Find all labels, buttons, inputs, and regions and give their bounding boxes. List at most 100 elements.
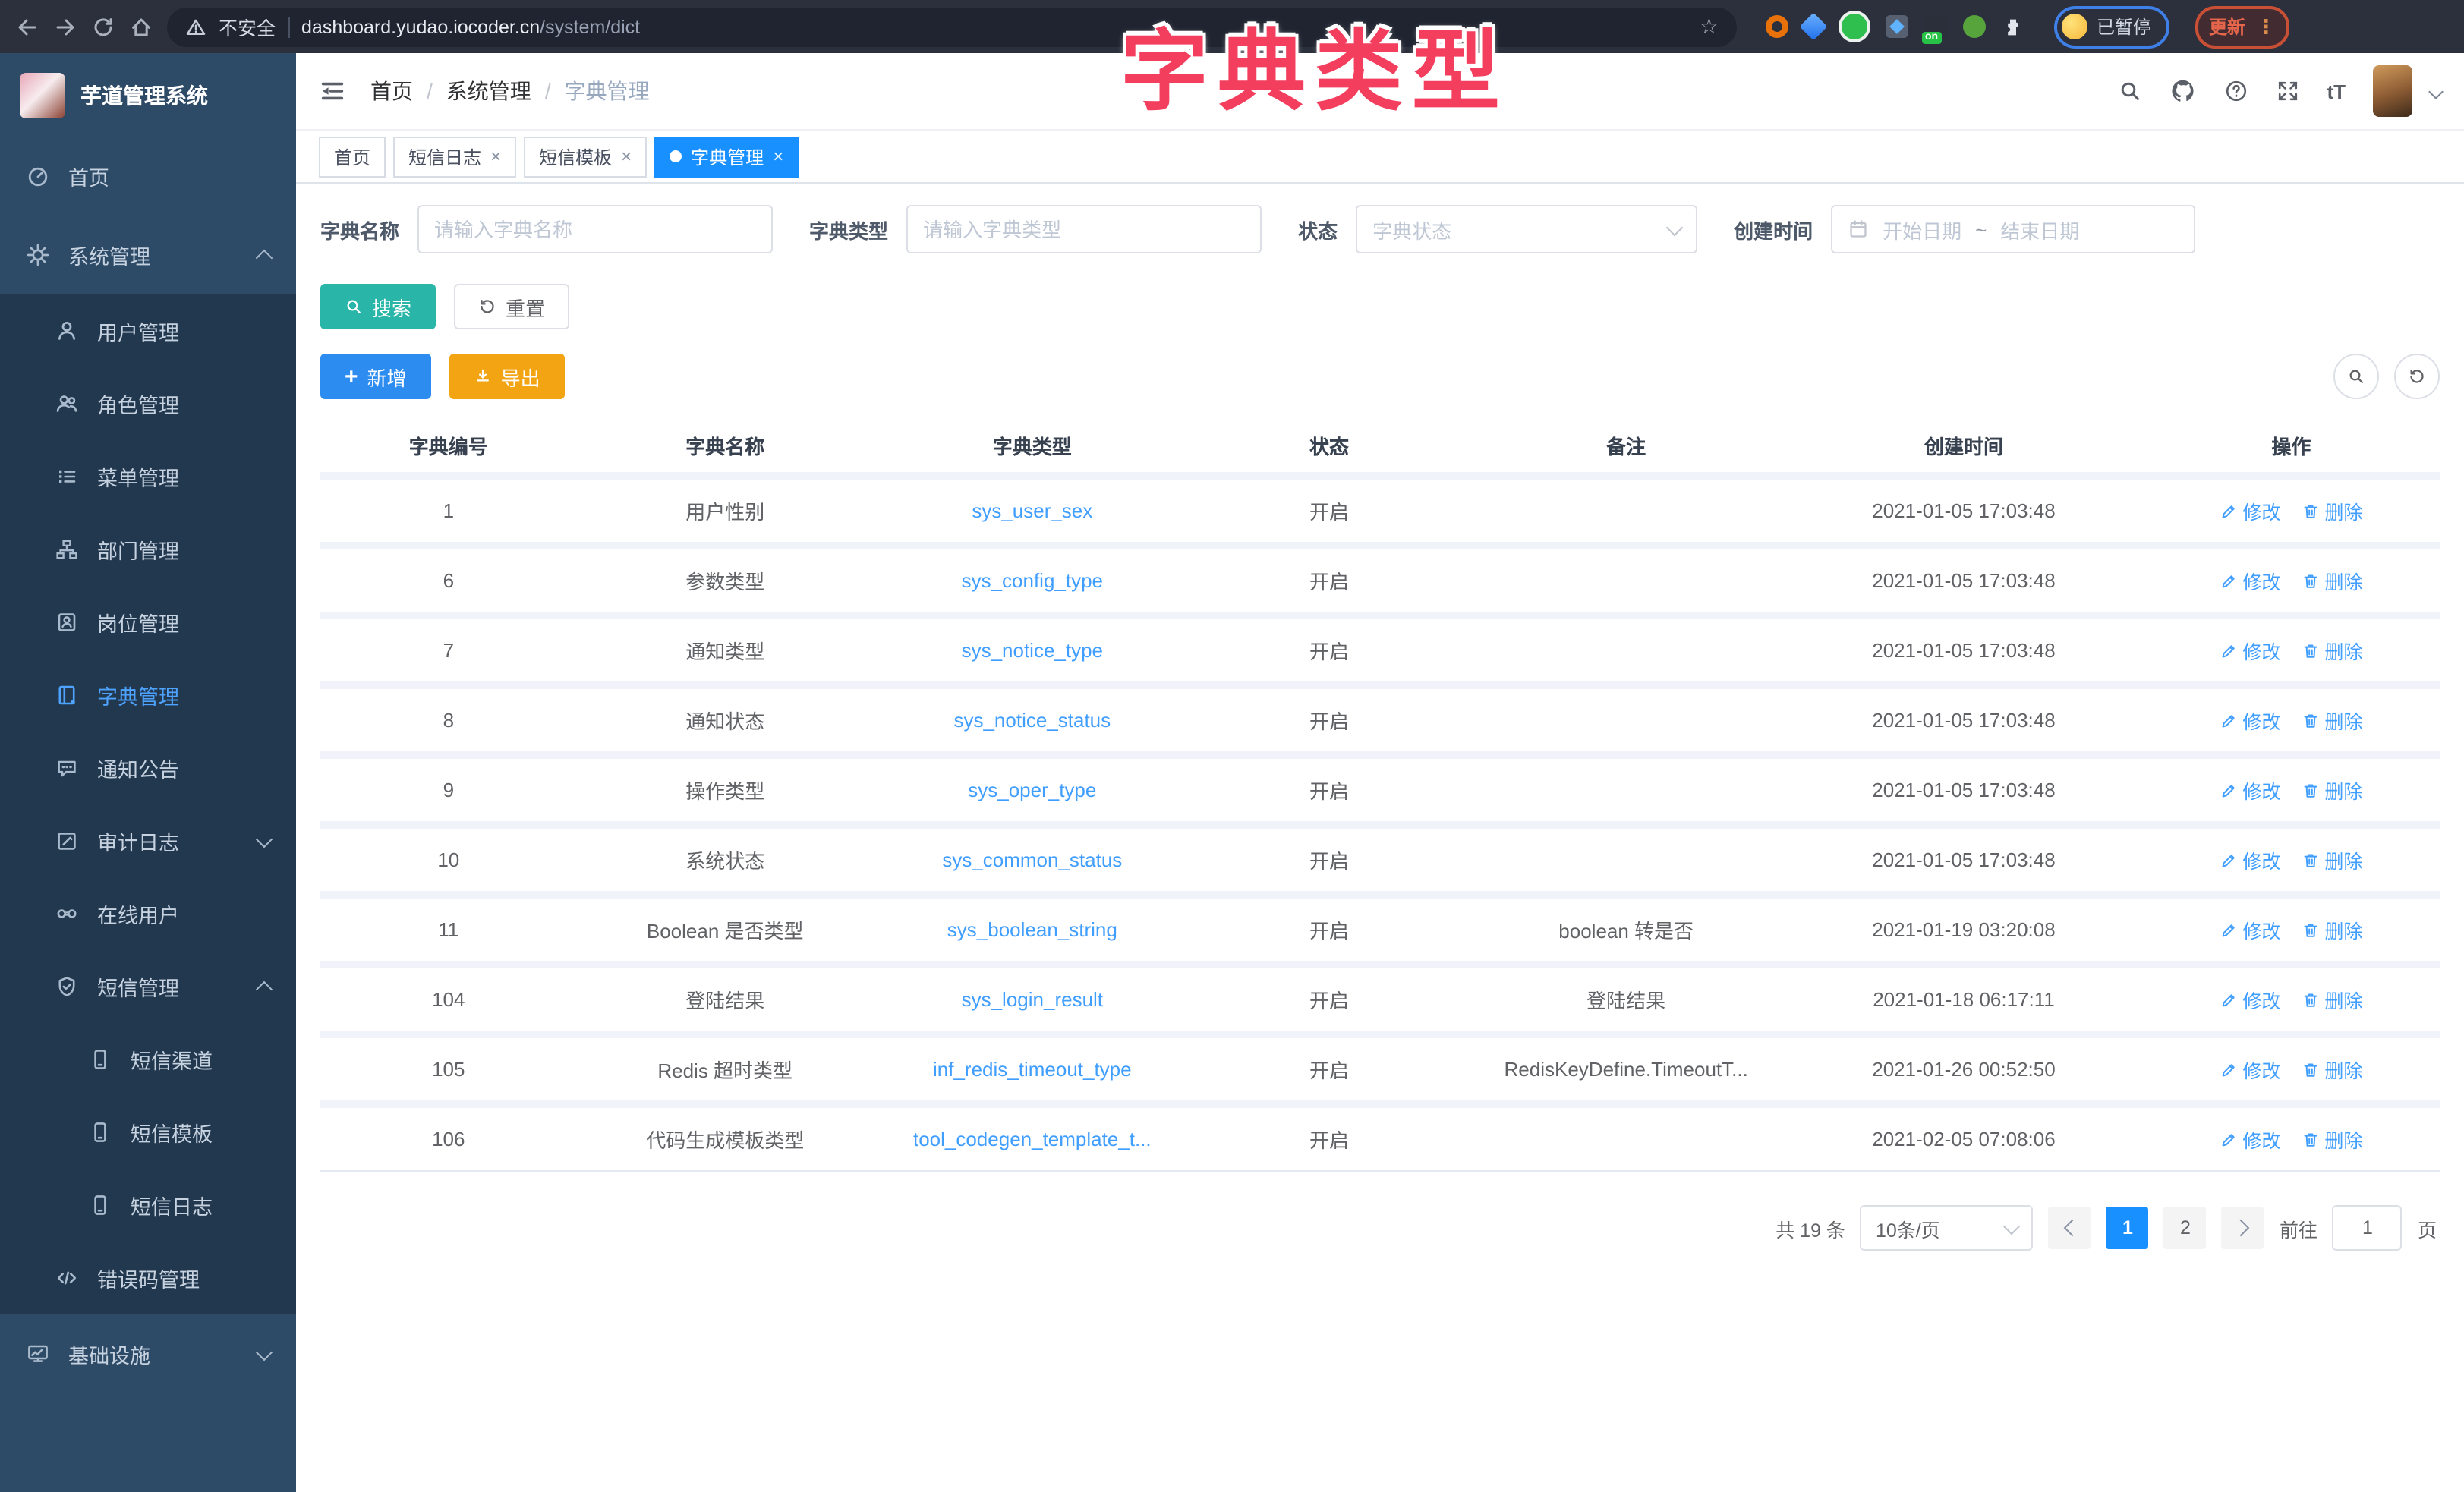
cell-dict-type-link[interactable]: sys_oper_type xyxy=(874,779,1191,801)
cell-dict-type-link[interactable]: sys_user_sex xyxy=(874,499,1191,522)
sidebar-item-users[interactable]: 用户管理 xyxy=(0,294,296,367)
security-label[interactable]: 不安全 xyxy=(219,12,276,41)
sidebar-item-error-code[interactable]: 错误码管理 xyxy=(0,1242,296,1314)
add-button[interactable]: + 新增 xyxy=(320,354,431,399)
reset-button[interactable]: 重置 xyxy=(454,284,569,329)
browser-menu-icon[interactable]: ⋮ xyxy=(2256,17,2276,36)
prev-page-button[interactable] xyxy=(2049,1207,2091,1249)
search-button[interactable]: 搜索 xyxy=(320,284,436,329)
sidebar-item-online-users[interactable]: 在线用户 xyxy=(0,877,296,950)
app-logo-row[interactable]: 芋道管理系统 xyxy=(0,53,296,137)
extension-gem-icon[interactable] xyxy=(1800,13,1828,41)
sidebar-item-label: 基础设施 xyxy=(68,1339,150,1369)
close-icon[interactable]: × xyxy=(490,147,501,165)
bookmark-star-icon[interactable]: ☆ xyxy=(1700,14,1719,39)
extension-orange-icon[interactable] xyxy=(1766,15,1788,38)
sidebar-item-posts[interactable]: 岗位管理 xyxy=(0,586,296,659)
extensions-puzzle-icon[interactable] xyxy=(2001,14,2025,39)
tab-home[interactable]: 首页 xyxy=(319,136,386,177)
breadcrumb-system[interactable]: 系统管理 xyxy=(446,76,531,106)
refresh-table-button[interactable] xyxy=(2394,354,2440,399)
user-avatar[interactable] xyxy=(2373,65,2412,117)
dict-name-input[interactable] xyxy=(417,205,773,253)
delete-link[interactable]: 删除 xyxy=(2302,496,2362,525)
delete-link[interactable]: 删除 xyxy=(2302,566,2362,595)
delete-link[interactable]: 删除 xyxy=(2302,985,2362,1014)
sidebar-item-sms[interactable]: 短信管理 xyxy=(0,950,296,1023)
extension-switch-icon[interactable]: on xyxy=(1924,16,1948,37)
cell-dict-type-link[interactable]: tool_codegen_template_t... xyxy=(874,1128,1191,1150)
edit-link[interactable]: 修改 xyxy=(2220,636,2280,665)
status-select[interactable]: 字典状态 xyxy=(1356,205,1697,253)
delete-link[interactable]: 删除 xyxy=(2302,1125,2362,1154)
cell-dict-id: 1 xyxy=(320,499,577,522)
export-button[interactable]: 导出 xyxy=(449,354,565,399)
sidebar-item-sms-channel[interactable]: 短信渠道 xyxy=(0,1023,296,1096)
sidebar-item-home[interactable]: 首页 xyxy=(0,137,296,216)
delete-link[interactable]: 删除 xyxy=(2302,776,2362,804)
delete-link[interactable]: 删除 xyxy=(2302,845,2362,874)
goto-page-input[interactable] xyxy=(2333,1205,2403,1251)
edit-link[interactable]: 修改 xyxy=(2220,985,2280,1014)
hamburger-icon[interactable] xyxy=(319,77,346,105)
cell-dict-type-link[interactable]: sys_login_result xyxy=(874,988,1191,1011)
extension-green-icon[interactable] xyxy=(1839,11,1870,42)
cell-dict-type-link[interactable]: inf_redis_timeout_type xyxy=(874,1058,1191,1081)
extension-leaf-icon[interactable] xyxy=(1963,15,1986,38)
avatar-caret-down-icon[interactable] xyxy=(2428,83,2444,99)
search-icon[interactable] xyxy=(2117,79,2141,103)
sidebar-item-system[interactable]: 系统管理 xyxy=(0,216,296,294)
sidebar-item-sms-template[interactable]: 短信模板 xyxy=(0,1096,296,1169)
tab-sms-log[interactable]: 短信日志 × xyxy=(393,136,516,177)
help-icon[interactable] xyxy=(2223,79,2248,103)
tab-sms-template[interactable]: 短信模板 × xyxy=(524,136,647,177)
close-icon[interactable]: × xyxy=(773,147,783,165)
edit-link[interactable]: 修改 xyxy=(2220,1055,2280,1084)
delete-link[interactable]: 删除 xyxy=(2302,636,2362,665)
github-icon[interactable] xyxy=(2169,77,2196,105)
page-button-2[interactable]: 2 xyxy=(2164,1207,2207,1249)
tab-dict[interactable]: 字典管理 × xyxy=(654,136,799,177)
sidebar-item-roles[interactable]: 角色管理 xyxy=(0,367,296,440)
delete-link[interactable]: 删除 xyxy=(2302,1055,2362,1084)
page-size-select[interactable]: 10条/页 xyxy=(1861,1205,2034,1251)
edit-link[interactable]: 修改 xyxy=(2220,915,2280,944)
edit-link[interactable]: 修改 xyxy=(2220,706,2280,735)
cell-dict-type-link[interactable]: sys_boolean_string xyxy=(874,918,1191,941)
edit-link[interactable]: 修改 xyxy=(2220,776,2280,804)
delete-link[interactable]: 删除 xyxy=(2302,706,2362,735)
page-button-1[interactable]: 1 xyxy=(2106,1207,2149,1249)
home-icon[interactable] xyxy=(129,14,153,39)
sidebar-item-depts[interactable]: 部门管理 xyxy=(0,513,296,586)
back-icon[interactable] xyxy=(15,14,39,39)
toggle-search-button[interactable] xyxy=(2333,354,2379,399)
fullscreen-icon[interactable] xyxy=(2275,79,2299,103)
close-icon[interactable]: × xyxy=(621,147,632,165)
delete-link[interactable]: 删除 xyxy=(2302,915,2362,944)
sidebar-item-menus[interactable]: 菜单管理 xyxy=(0,440,296,513)
edit-link[interactable]: 修改 xyxy=(2220,1125,2280,1154)
cell-dict-type-link[interactable]: sys_common_status xyxy=(874,848,1191,871)
font-size-icon[interactable]: tT xyxy=(2327,80,2346,102)
sidebar-item-notice[interactable]: 通知公告 xyxy=(0,732,296,804)
browser-update-button[interactable]: 更新 ⋮ xyxy=(2195,5,2289,48)
profile-paused-button[interactable]: 已暂停 xyxy=(2054,5,2169,48)
edit-link[interactable]: 修改 xyxy=(2220,566,2280,595)
tab-label: 字典管理 xyxy=(691,143,764,169)
breadcrumb-home[interactable]: 首页 xyxy=(370,76,413,106)
date-range-picker[interactable]: 开始日期 ~ 结束日期 xyxy=(1831,205,2195,253)
sidebar-item-audit-log[interactable]: 审计日志 xyxy=(0,804,296,877)
sidebar-item-infra[interactable]: 基础设施 xyxy=(0,1314,296,1393)
sidebar-item-dict[interactable]: 字典管理 xyxy=(0,659,296,732)
next-page-button[interactable] xyxy=(2222,1207,2264,1249)
dict-type-input[interactable] xyxy=(906,205,1262,253)
cell-dict-type-link[interactable]: sys_config_type xyxy=(874,569,1191,592)
edit-link[interactable]: 修改 xyxy=(2220,496,2280,525)
cell-dict-type-link[interactable]: sys_notice_status xyxy=(874,709,1191,732)
cell-dict-type-link[interactable]: sys_notice_type xyxy=(874,639,1191,662)
sidebar-item-sms-log[interactable]: 短信日志 xyxy=(0,1169,296,1242)
extension-diamond-icon[interactable] xyxy=(1886,15,1908,38)
forward-icon[interactable] xyxy=(53,14,77,39)
reload-icon[interactable] xyxy=(91,14,115,39)
edit-link[interactable]: 修改 xyxy=(2220,845,2280,874)
